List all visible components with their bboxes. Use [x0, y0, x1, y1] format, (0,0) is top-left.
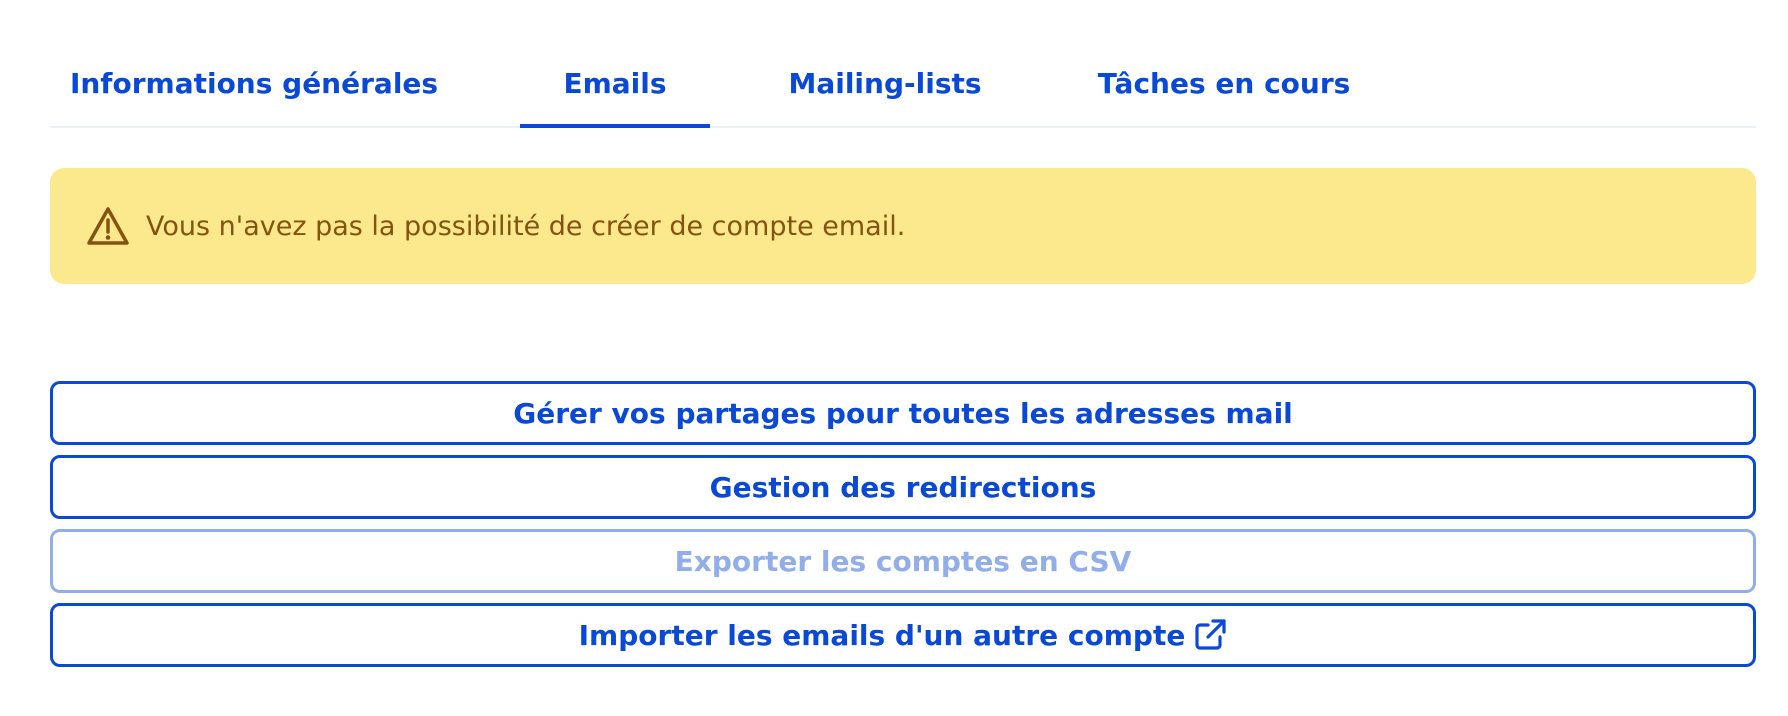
- manage-shares-button[interactable]: Gérer vos partages pour toutes les adres…: [50, 381, 1756, 445]
- warning-message: Vous n'avez pas la possibilité de créer …: [146, 210, 906, 242]
- import-emails-button[interactable]: Importer les emails d'un autre compte: [50, 603, 1756, 667]
- tab-label: Emails: [563, 66, 667, 100]
- tab-emails[interactable]: Emails: [520, 40, 710, 128]
- manage-redirections-button[interactable]: Gestion des redirections: [50, 455, 1756, 519]
- tab-taches-en-cours[interactable]: Tâches en cours: [1098, 40, 1351, 126]
- tab-mailing-lists[interactable]: Mailing-lists: [788, 40, 981, 126]
- button-label: Exporter les comptes en CSV: [674, 544, 1132, 578]
- export-csv-button[interactable]: Exporter les comptes en CSV: [50, 529, 1756, 593]
- tab-informations-generales[interactable]: Informations générales: [70, 40, 438, 126]
- tab-label: Tâches en cours: [1097, 66, 1351, 100]
- tab-label: Informations générales: [69, 66, 439, 100]
- warning-triangle-icon: [86, 206, 130, 246]
- button-label: Gestion des redirections: [709, 470, 1097, 504]
- button-label: Importer les emails d'un autre compte: [578, 618, 1186, 652]
- tab-label: Mailing-lists: [788, 66, 982, 100]
- tab-bar: Informations générales Emails Mailing-li…: [50, 40, 1756, 128]
- external-link-icon: [1193, 618, 1227, 652]
- warning-alert: Vous n'avez pas la possibilité de créer …: [50, 168, 1756, 284]
- button-label: Gérer vos partages pour toutes les adres…: [513, 396, 1293, 430]
